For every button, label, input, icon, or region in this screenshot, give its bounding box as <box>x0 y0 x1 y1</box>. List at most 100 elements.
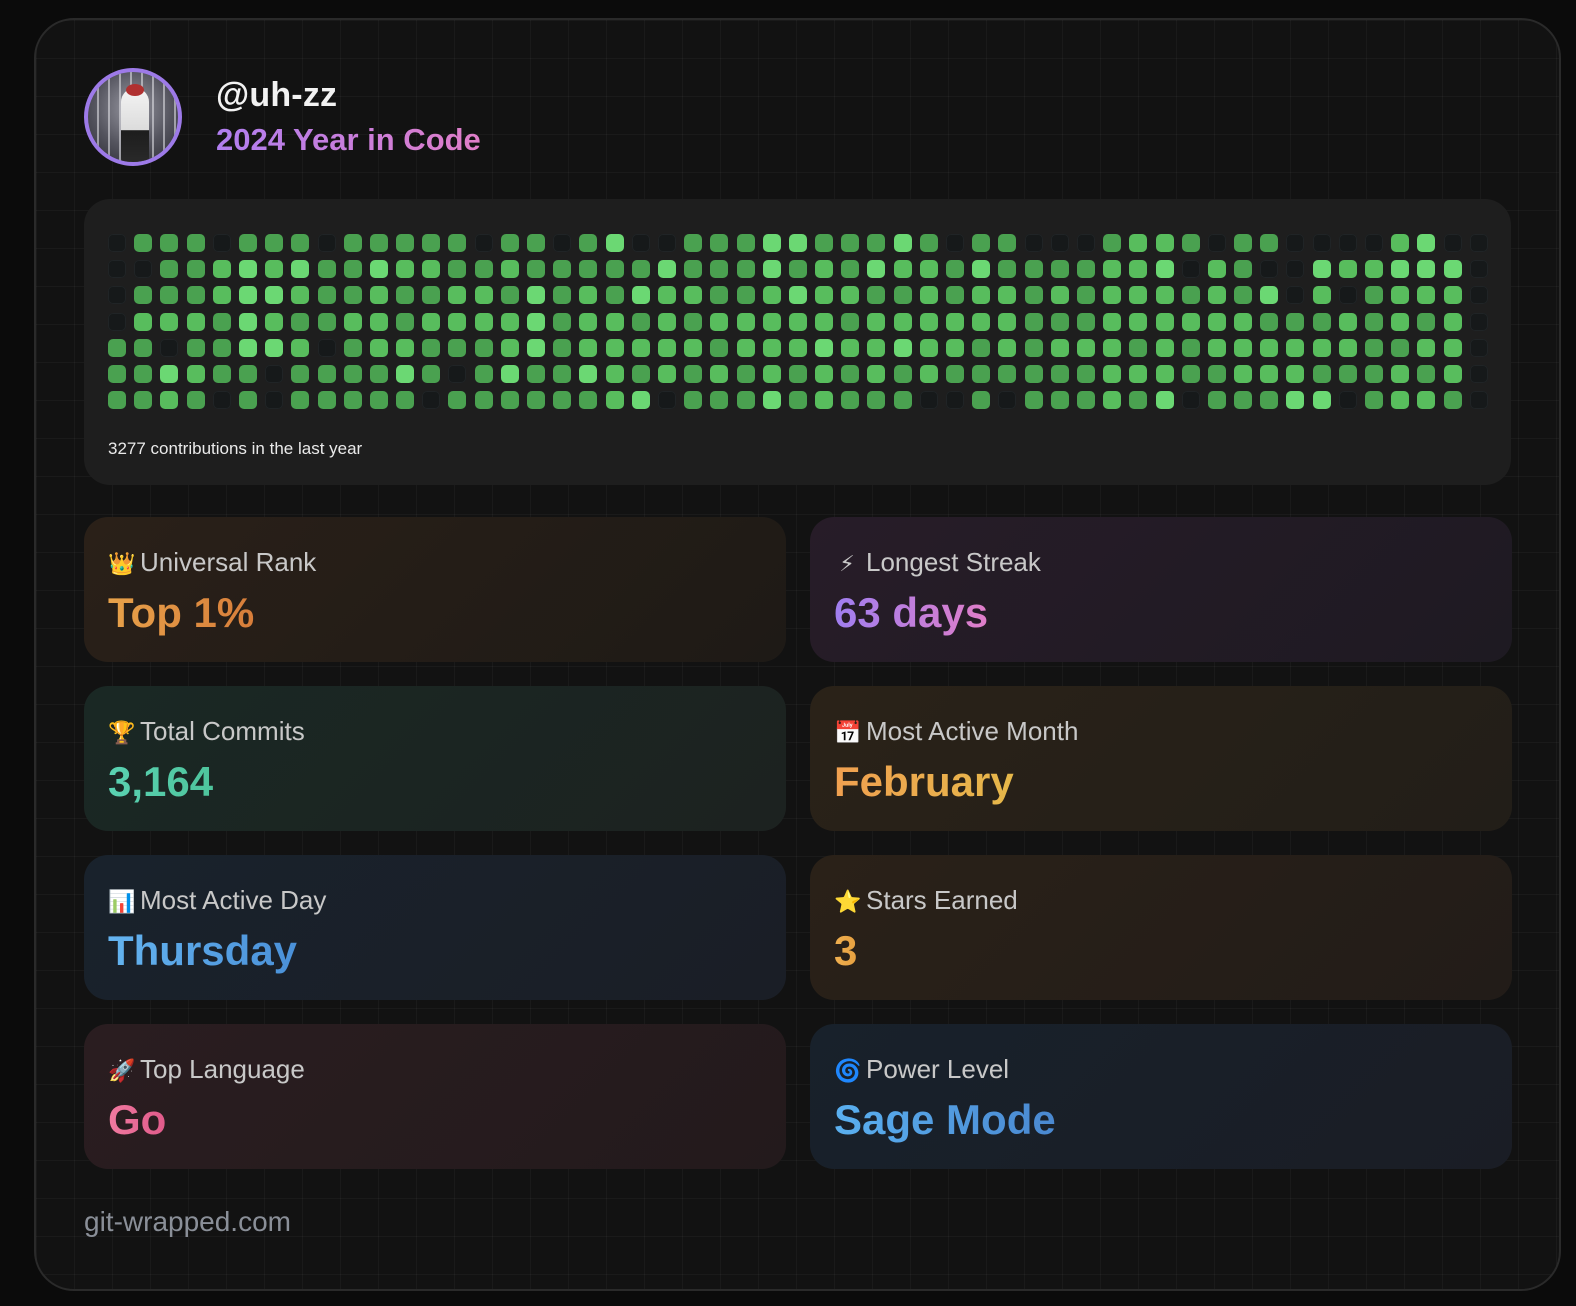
contribution-cell <box>474 234 493 252</box>
contribution-cell <box>422 312 441 331</box>
contribution-cell <box>343 391 362 410</box>
contribution-cell <box>553 234 572 252</box>
contribution-cell <box>500 260 519 279</box>
contribution-cell <box>605 286 624 305</box>
contribution-cell <box>710 260 729 279</box>
contribution-cell <box>946 312 964 331</box>
contribution-cell <box>396 286 415 305</box>
contribution-cell <box>919 286 938 305</box>
contribution-cell <box>134 286 153 305</box>
contribution-cell <box>1469 364 1488 383</box>
contribution-cell <box>579 286 598 305</box>
contribution-cell <box>631 260 650 279</box>
contribution-cell <box>867 338 886 357</box>
contribution-cell <box>1129 260 1148 279</box>
contribution-cell <box>1024 286 1043 305</box>
contribution-cell <box>1286 312 1305 331</box>
contribution-cell <box>1050 234 1069 252</box>
contribution-cell <box>1181 364 1200 383</box>
contribution-cell <box>212 286 231 305</box>
contribution-cell <box>500 312 519 331</box>
contribution-cell <box>998 312 1017 331</box>
contribution-cell <box>736 364 755 383</box>
contribution-cell <box>1286 234 1305 252</box>
contribution-cell <box>972 286 991 305</box>
contribution-cell <box>684 234 703 252</box>
rocket-icon: 🚀 <box>108 1058 136 1083</box>
stat-value: 3,164 <box>108 758 214 805</box>
contribution-cell <box>867 391 886 410</box>
lightning-icon: ⚡ <box>839 551 855 576</box>
contribution-cell <box>762 364 781 383</box>
contribution-cell <box>1338 234 1357 252</box>
contribution-cell <box>631 234 650 252</box>
contribution-cell <box>815 312 834 331</box>
stat-stars-earned: ⭐ Stars Earned 3 <box>810 855 1512 1000</box>
contribution-cell <box>500 338 519 357</box>
contribution-cell <box>657 312 676 331</box>
contribution-cell <box>134 260 153 279</box>
contribution-cell <box>710 364 729 383</box>
contribution-cell <box>291 260 310 279</box>
contribution-cell <box>893 364 912 383</box>
contribution-cell <box>422 338 441 357</box>
contribution-cell <box>998 364 1017 383</box>
avatar-bird <box>121 88 149 162</box>
contribution-cell <box>212 391 231 410</box>
contribution-cell <box>474 312 493 331</box>
contribution-cell <box>553 338 572 357</box>
contribution-cell <box>1286 364 1305 383</box>
page-title: 2024 Year in Code <box>216 122 481 157</box>
contribution-cell <box>134 234 153 252</box>
contribution-cell <box>684 312 703 331</box>
contribution-cell <box>579 364 598 383</box>
cyclone-icon: 🌀 <box>834 1058 862 1083</box>
stat-value: Go <box>108 1096 167 1143</box>
contribution-cell <box>369 364 388 383</box>
contribution-cell <box>1391 364 1410 383</box>
contribution-cell <box>579 338 598 357</box>
contribution-cell <box>1312 260 1331 279</box>
trophy-icon: 🏆 <box>108 720 136 745</box>
stat-most-active-month: 📅 Most Active Month February <box>810 686 1512 831</box>
contribution-cell <box>893 338 912 357</box>
contribution-cell <box>1155 391 1174 410</box>
contribution-cell <box>919 312 938 331</box>
contribution-grid <box>108 234 1488 410</box>
contribution-cell <box>448 260 467 279</box>
contribution-cell <box>291 234 310 252</box>
contribution-cell <box>108 338 126 357</box>
footer-site-link[interactable]: git-wrapped.com <box>84 1206 291 1238</box>
contribution-cell <box>1417 364 1436 383</box>
contribution-cell <box>343 312 362 331</box>
contribution-cell <box>1050 286 1069 305</box>
contribution-cell <box>1207 338 1226 357</box>
contribution-cell <box>1234 364 1253 383</box>
contribution-cell <box>343 364 362 383</box>
contribution-cell <box>317 391 336 410</box>
contribution-cell <box>919 364 938 383</box>
contribution-cell <box>1338 338 1357 357</box>
contribution-cell <box>1181 286 1200 305</box>
contribution-cell <box>657 338 676 357</box>
contribution-cell <box>684 338 703 357</box>
contribution-cell <box>1129 312 1148 331</box>
contribution-cell <box>1207 234 1226 252</box>
contribution-cell <box>422 364 441 383</box>
contribution-cell <box>1129 234 1148 252</box>
contribution-cell <box>841 260 860 279</box>
contribution-cell <box>867 364 886 383</box>
contribution-cell <box>238 260 257 279</box>
contribution-cell <box>762 234 781 252</box>
contribution-cell <box>762 286 781 305</box>
contribution-cell <box>527 260 545 279</box>
contribution-cell <box>1155 312 1174 331</box>
contribution-cell <box>1155 286 1174 305</box>
contribution-cell <box>1103 260 1122 279</box>
contribution-cell <box>657 391 676 410</box>
contribution-cell <box>1469 312 1488 331</box>
contribution-cell <box>1050 260 1069 279</box>
contribution-cell <box>998 391 1017 410</box>
contribution-cell <box>474 364 493 383</box>
contribution-cell <box>422 286 441 305</box>
